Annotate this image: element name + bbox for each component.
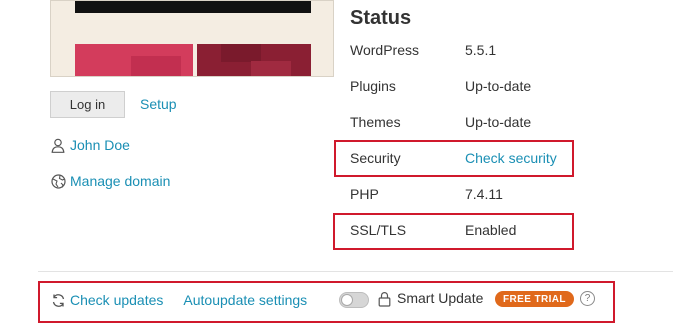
status-row-wordpress: WordPress 5.5.1 <box>350 42 496 58</box>
owner-name-link[interactable]: John Doe <box>70 137 130 153</box>
smart-update-label: Smart Update <box>397 290 484 306</box>
user-icon <box>50 137 66 153</box>
check-updates-link[interactable]: Check updates <box>70 292 163 308</box>
help-icon[interactable]: ? <box>580 291 595 306</box>
status-label: WordPress <box>350 42 419 58</box>
thumbnail-image-block <box>131 56 181 76</box>
thumbnail-image-block <box>221 44 261 62</box>
footer-actions: Check updates Autoupdate settings <box>50 290 307 310</box>
status-heading: Status <box>350 7 412 29</box>
globe-icon <box>50 173 66 189</box>
smart-update-toggle[interactable] <box>339 292 369 308</box>
site-owner[interactable]: John Doe <box>50 137 130 153</box>
thumbnail-header-block <box>75 1 311 13</box>
status-row-themes: Themes Up-to-date <box>350 114 531 130</box>
thumbnail-image-block <box>251 61 291 76</box>
refresh-icon <box>50 292 66 308</box>
section-divider <box>38 271 673 272</box>
log-in-button[interactable]: Log in <box>50 91 125 118</box>
status-row-php: PHP 7.4.11 <box>350 186 503 202</box>
autoupdate-settings-link[interactable]: Autoupdate settings <box>183 292 307 308</box>
manage-domain-link[interactable]: Manage domain <box>70 173 170 189</box>
ssl-highlight-box <box>333 213 574 250</box>
status-value: 7.4.11 <box>465 186 503 202</box>
status-row-plugins: Plugins Up-to-date <box>350 78 531 94</box>
status-value: Up-to-date <box>465 114 532 130</box>
free-trial-badge[interactable]: FREE TRIAL <box>495 291 574 307</box>
status-label: Plugins <box>350 78 396 94</box>
status-label: Themes <box>350 114 401 130</box>
setup-link[interactable]: Setup <box>140 96 177 112</box>
status-value: Up-to-date <box>465 78 532 94</box>
security-highlight-box <box>334 140 574 177</box>
toggle-knob <box>341 294 353 306</box>
site-preview-thumbnail[interactable] <box>50 0 334 77</box>
status-label: PHP <box>350 186 379 202</box>
wordpress-site-card: Log in Setup John Doe Manage domain Stat… <box>0 0 673 329</box>
lock-icon <box>378 291 391 312</box>
status-value: 5.5.1 <box>465 42 497 58</box>
manage-domain[interactable]: Manage domain <box>50 173 170 189</box>
